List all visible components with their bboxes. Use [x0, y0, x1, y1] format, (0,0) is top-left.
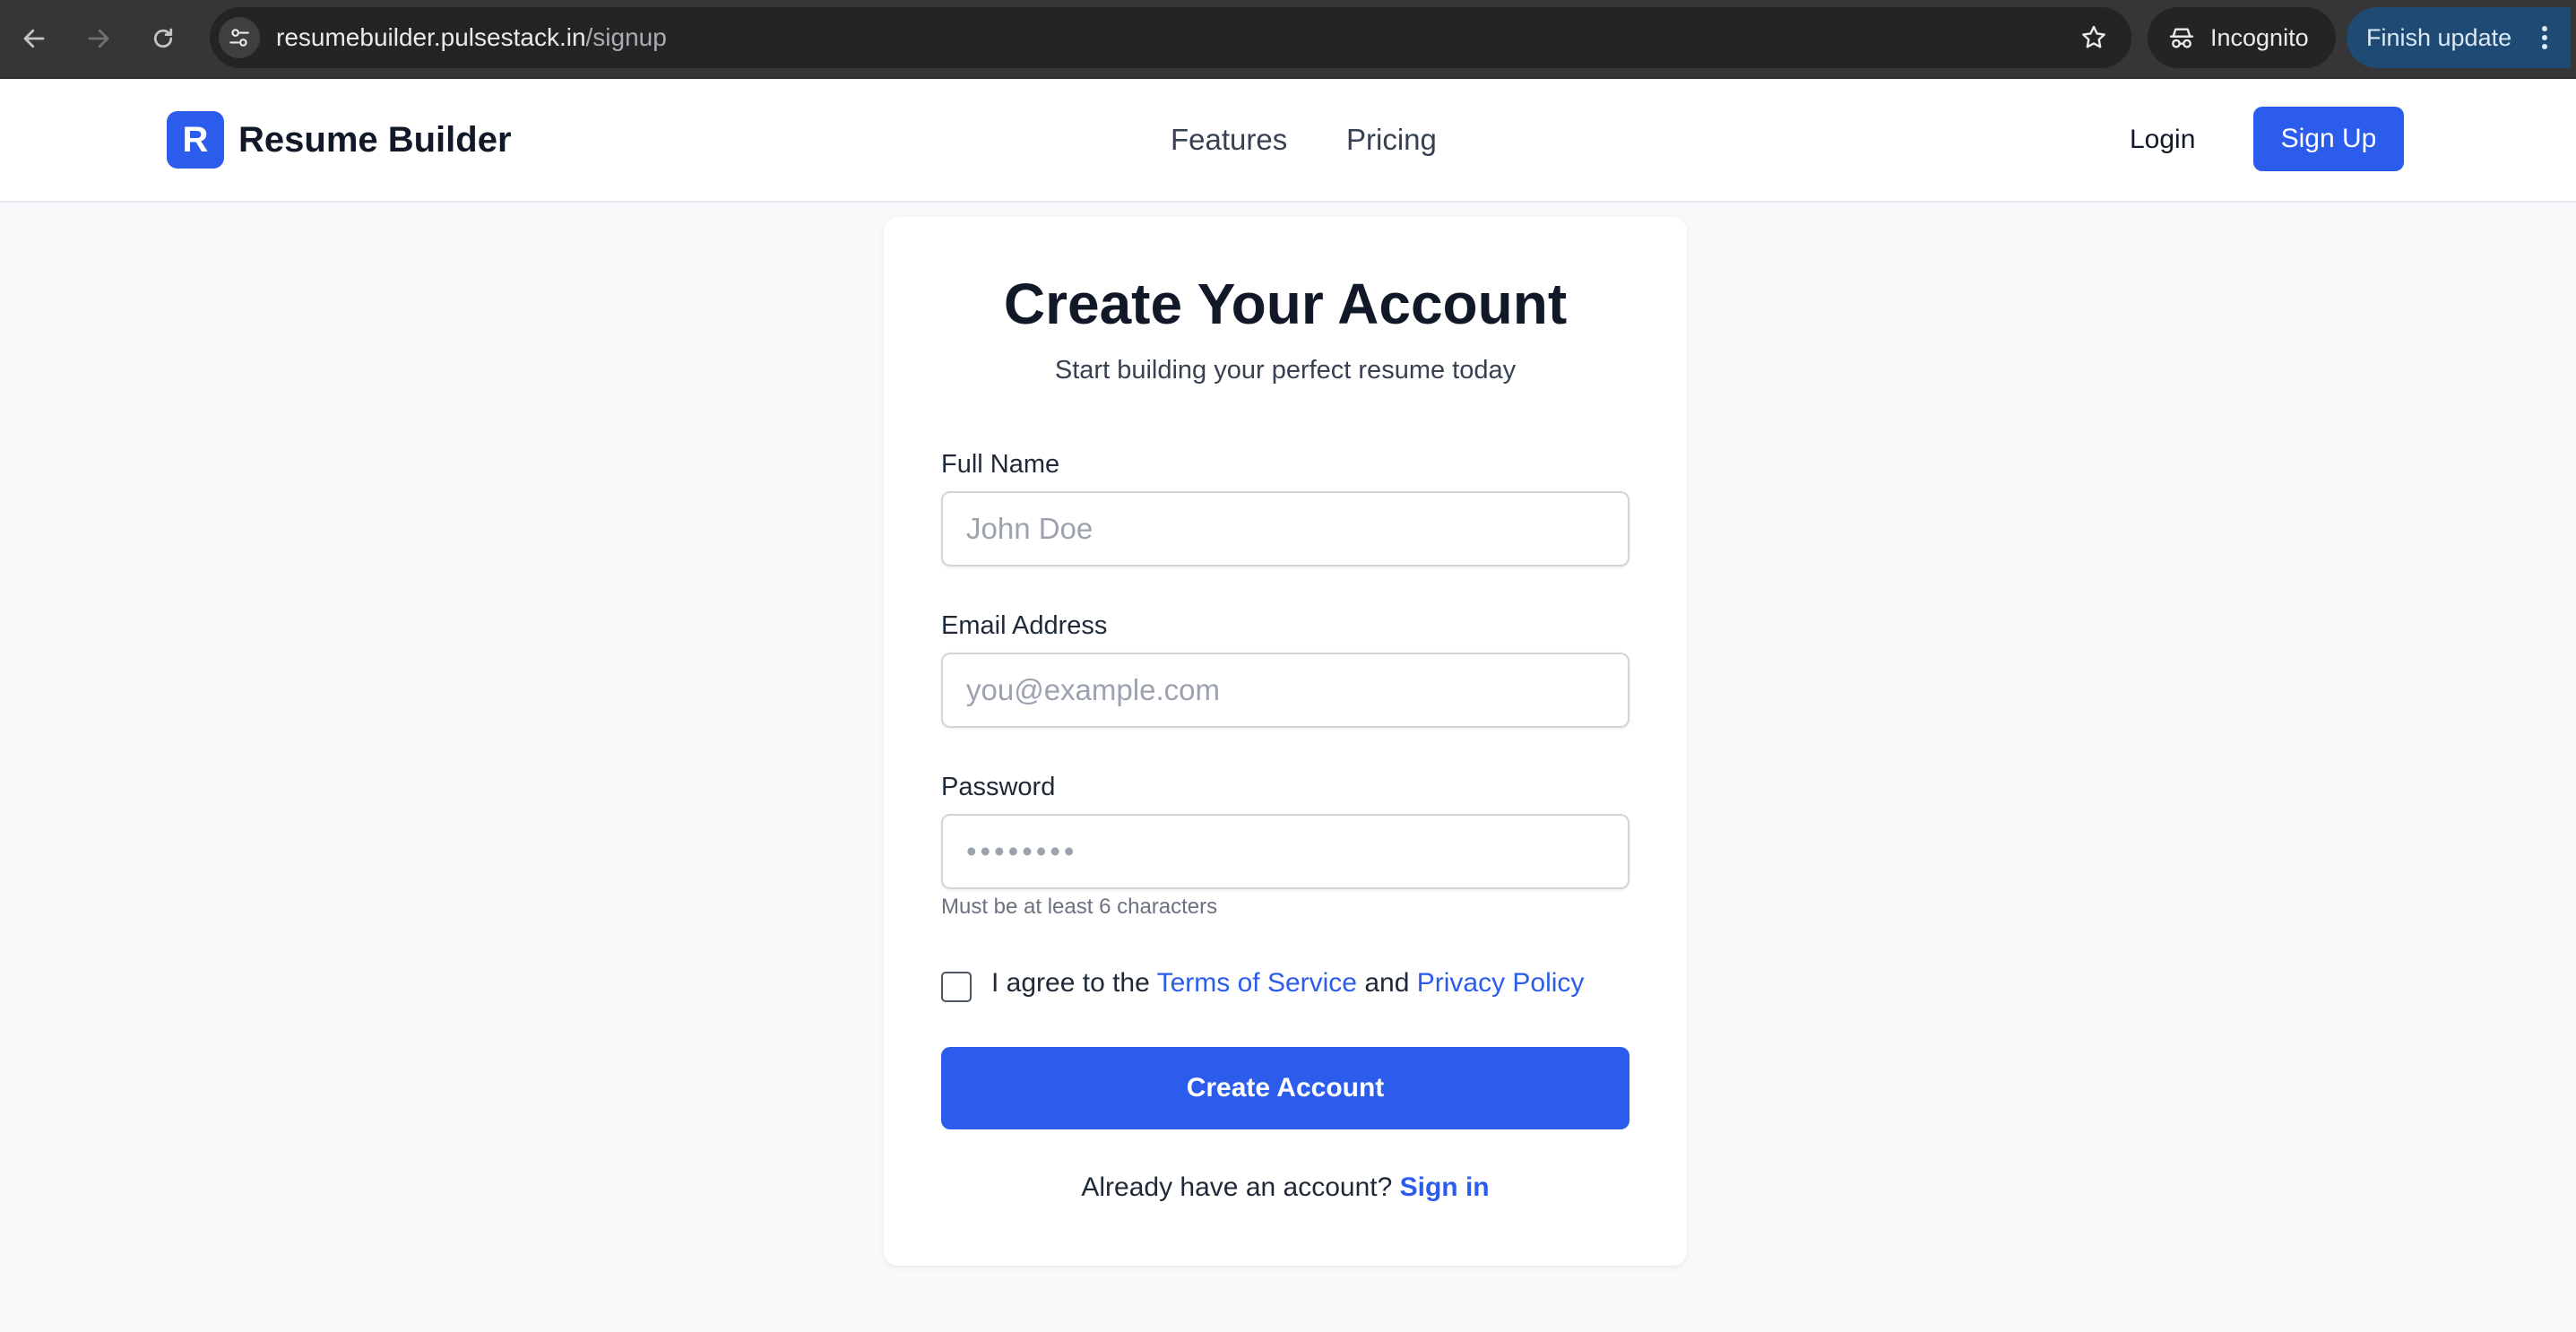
agree-text: I agree to the Terms of Service and Priv…	[991, 968, 1584, 999]
finish-update-label: Finish update	[2366, 23, 2512, 51]
incognito-label: Incognito	[2210, 23, 2309, 51]
more-vert-icon	[2542, 26, 2547, 49]
password-hint: Must be at least 6 characters	[941, 895, 1218, 919]
agree-prefix: I agree to the	[991, 968, 1157, 998]
signin-link[interactable]: Sign in	[1400, 1172, 1490, 1202]
brand-name[interactable]: Resume Builder	[238, 111, 512, 169]
page-title: Create Your Account	[1003, 272, 1568, 336]
privacy-link[interactable]: Privacy Policy	[1417, 968, 1585, 998]
url-text[interactable]: resumebuilder.pulsestack.in/signup	[276, 7, 667, 68]
reload-button[interactable]	[142, 17, 185, 60]
finish-update-button[interactable]: Finish update	[2347, 7, 2571, 68]
signin-prompt-text: Already have an account?	[1081, 1172, 1400, 1202]
terms-link[interactable]: Terms of Service	[1157, 968, 1357, 998]
url-host: resumebuilder.pulsestack.in	[276, 23, 586, 51]
full-name-input[interactable]	[941, 491, 1629, 567]
email-label: Email Address	[941, 611, 1108, 640]
create-account-button[interactable]: Create Account	[941, 1047, 1629, 1129]
reload-icon	[153, 28, 173, 48]
incognito-icon	[2169, 28, 2194, 48]
logo-icon[interactable]: R	[167, 111, 224, 169]
forward-arrow-icon	[88, 29, 109, 48]
browser-toolbar: resumebuilder.pulsestack.in/signup Incog…	[0, 0, 2576, 79]
incognito-badge[interactable]: Incognito	[2148, 7, 2336, 68]
full-name-label: Full Name	[941, 450, 1060, 479]
signin-prompt: Already have an account? Sign in	[884, 1172, 1687, 1203]
site-header: R Resume Builder Features Pricing Login …	[0, 79, 2576, 203]
tune-icon	[229, 29, 249, 47]
back-arrow-icon	[23, 29, 45, 48]
password-label: Password	[941, 773, 1056, 801]
nav-pricing[interactable]: Pricing	[1346, 111, 1437, 169]
agree-middle: and	[1356, 968, 1417, 998]
email-input[interactable]	[941, 653, 1629, 728]
login-link[interactable]: Login	[2130, 111, 2195, 169]
bookmark-button[interactable]	[2078, 22, 2110, 54]
signup-button[interactable]: Sign Up	[2253, 107, 2404, 171]
password-input[interactable]	[941, 814, 1629, 889]
signup-card: Create Your Account Start building your …	[884, 217, 1687, 1266]
star-icon	[2082, 25, 2105, 48]
url-path: /signup	[585, 23, 667, 51]
agree-checkbox[interactable]	[941, 972, 972, 1002]
address-bar[interactable]: resumebuilder.pulsestack.in/signup	[210, 7, 2131, 68]
nav-features[interactable]: Features	[1171, 111, 1287, 169]
page-subtitle: Start building your perfect resume today	[1054, 356, 1517, 385]
forward-button[interactable]	[77, 17, 120, 60]
back-button[interactable]	[13, 17, 56, 60]
site-info-button[interactable]	[219, 17, 260, 58]
